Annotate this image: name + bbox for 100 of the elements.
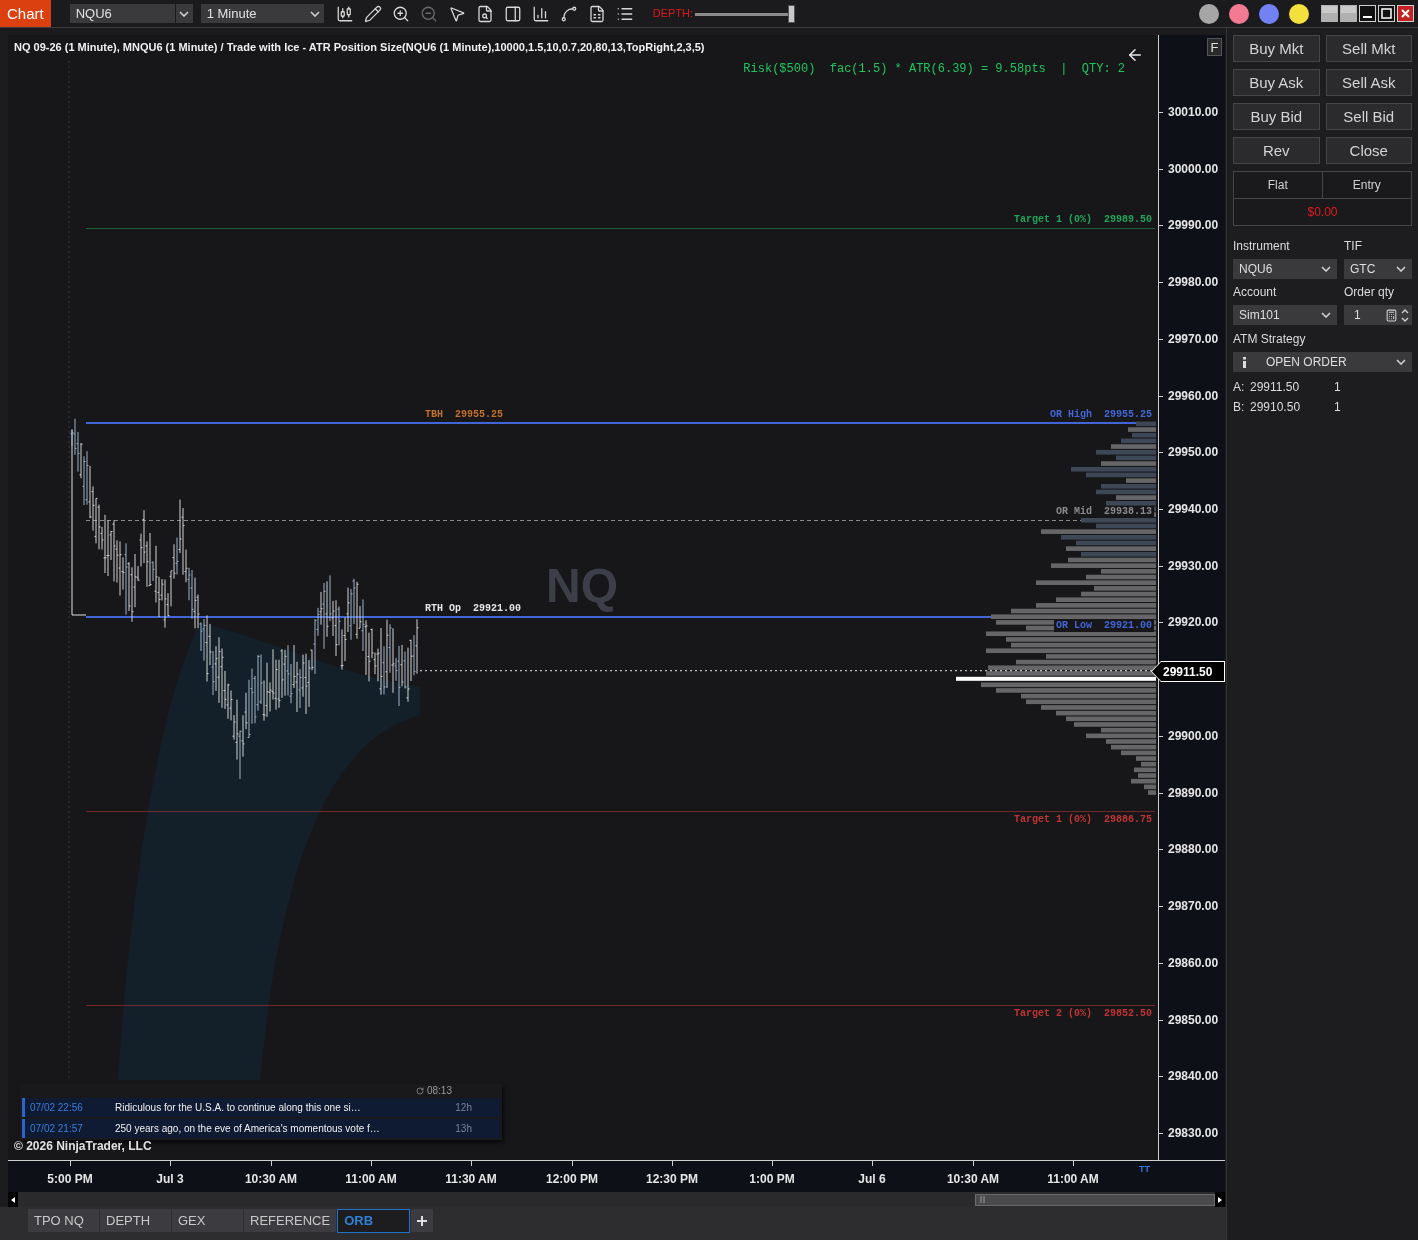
order-button[interactable]: Buy Ask <box>1233 69 1320 96</box>
panel-icon[interactable] <box>503 4 522 23</box>
swatch-icon[interactable] <box>1289 3 1309 24</box>
grip-icon <box>980 1196 985 1203</box>
time-label: 12:30 PM <box>646 1172 698 1186</box>
swatch-icon[interactable] <box>1229 3 1249 24</box>
chart-menu-button[interactable]: Chart <box>0 0 51 27</box>
select-field[interactable]: Sim101 <box>1233 305 1337 325</box>
price-label: 29920.00 <box>1168 615 1219 629</box>
news-time: 07/02 22:56 <box>30 1101 84 1115</box>
copyright-text: © 2026 NinjaTrader, LLC <box>14 1139 152 1153</box>
chevron-down-icon <box>1321 312 1331 318</box>
chevron-down-icon <box>309 10 320 17</box>
spline-icon[interactable] <box>559 4 578 23</box>
chevron-down-icon <box>1396 266 1406 272</box>
zoom-in-icon[interactable] <box>391 4 410 23</box>
sheet-tab[interactable]: ORB <box>337 1209 411 1233</box>
time-label: 10:30 AM <box>946 1172 1000 1186</box>
price-label: 29830.00 <box>1168 1126 1219 1140</box>
minimize-icon[interactable] <box>1359 5 1376 22</box>
field-label: ATM Strategy <box>1233 332 1307 346</box>
level-value: 29921.00 <box>1104 620 1154 632</box>
last-price-tag: 29911.50 <box>1151 661 1225 682</box>
quote-size: 1 <box>1334 380 1342 394</box>
slider-thumb[interactable] <box>788 4 796 23</box>
zoom-out-icon[interactable] <box>419 4 438 23</box>
depth-slider[interactable] <box>695 4 796 23</box>
price-label: 29890.00 <box>1168 786 1219 800</box>
instrument-dropdown[interactable]: NQU6 <box>69 4 193 23</box>
atm-strategy-select[interactable]: OPEN ORDER <box>1233 352 1412 372</box>
time-label: 1:00 PM <box>749 1172 795 1186</box>
news-clock: 08:13 <box>426 1086 452 1096</box>
close-icon[interactable] <box>1397 5 1414 22</box>
order-button[interactable]: Sell Ask <box>1325 69 1412 96</box>
quote-side: A: <box>1233 380 1246 394</box>
candlestick-icon[interactable] <box>335 4 354 23</box>
order-button[interactable]: Buy Bid <box>1233 103 1320 130</box>
time-label: 11:00 AM <box>345 1172 397 1186</box>
interval-dropdown[interactable]: 1 Minute <box>200 4 324 23</box>
order-button[interactable]: Sell Bid <box>1325 103 1412 130</box>
session-value: 29955.25 <box>455 409 504 421</box>
price-label: 30000.00 <box>1168 162 1219 176</box>
order-button[interactable]: Rev <box>1233 137 1320 164</box>
add-tab-button[interactable] <box>411 1209 434 1232</box>
news-row[interactable]: 07/02 21:57 250 years ago, on the eve of America's momentous vote f… 13h <box>22 1119 500 1138</box>
quantity-field[interactable]: 1 <box>1344 305 1412 325</box>
sheet-tab[interactable]: DEPTH <box>100 1209 171 1232</box>
session-label: RTH Op <box>425 603 462 615</box>
swatch-icon[interactable] <box>1259 3 1279 24</box>
spinner-arrows-icon[interactable] <box>1401 308 1409 322</box>
time-label: Jul 6 <box>858 1172 886 1186</box>
bar-chart-icon[interactable] <box>531 4 550 23</box>
news-headline: Ridiculous for the U.S.A. to continue along this one si… <box>115 1101 362 1115</box>
field-label: TIF <box>1344 239 1363 253</box>
sheet-tab[interactable]: TPO NQ <box>28 1209 99 1232</box>
time-label: 10:30 AM <box>244 1172 298 1186</box>
pencil-icon[interactable] <box>363 4 382 23</box>
price-label: 29970.00 <box>1168 332 1219 346</box>
chart-title: NQ 09-26 (1 Minute), MNQU6 (1 Minute) / Trade with Ice - ATR Position Size(NQU6 (1 Minute),10000,1.5,10,0.7,20,80,13,TopRight,2,3,5) <box>14 40 705 54</box>
news-age: 12h <box>455 1101 472 1115</box>
sheet-tab[interactable]: REFERENCE <box>244 1209 337 1232</box>
price-label: 29940.00 <box>1168 502 1219 516</box>
news-age: 13h <box>455 1122 472 1136</box>
scroll-right-button[interactable] <box>1215 1192 1225 1207</box>
info-icon <box>1243 356 1246 368</box>
scroll-left-button[interactable] <box>8 1192 18 1207</box>
price-label: 29870.00 <box>1168 899 1219 913</box>
news-time: 07/02 21:57 <box>30 1122 84 1136</box>
pnl-value: $0.00 <box>1307 204 1338 221</box>
price-label: 29930.00 <box>1168 559 1219 573</box>
axis-button[interactable]: F <box>1207 38 1222 56</box>
file-search-icon[interactable] <box>475 4 494 23</box>
spreadsheet-icon[interactable] <box>587 4 606 23</box>
entry-label: Entry <box>1351 177 1382 194</box>
calculator-icon[interactable] <box>1385 308 1398 322</box>
field-label: Instrument <box>1233 239 1291 253</box>
left-triangle-icon <box>11 1196 15 1203</box>
select-field[interactable]: NQU6 <box>1233 259 1337 279</box>
level-label: OR Mid <box>1053 506 1104 518</box>
maximize-icon[interactable] <box>1378 5 1395 22</box>
swatch-icon[interactable] <box>1199 3 1219 24</box>
price-label: 29860.00 <box>1168 956 1219 970</box>
price-label: 29840.00 <box>1168 1069 1219 1083</box>
order-button[interactable]: Close <box>1325 137 1412 164</box>
sheet-tab[interactable]: GEX <box>172 1209 243 1232</box>
price-label: 30010.00 <box>1168 105 1219 119</box>
depth-label: DEPTH: <box>652 6 694 22</box>
order-button[interactable]: Sell Mkt <box>1325 35 1412 62</box>
field-label: Order qty <box>1344 285 1395 299</box>
quote-size: 1 <box>1334 400 1342 414</box>
refresh-icon[interactable] <box>415 1087 424 1095</box>
pointer-icon[interactable] <box>447 4 466 23</box>
time-label: Jul 3 <box>156 1172 184 1186</box>
news-headline: 250 years ago, on the eve of America's momentous vote f… <box>115 1122 381 1136</box>
plus-icon <box>417 1215 428 1226</box>
field-label: Account <box>1233 285 1278 299</box>
scrollbar-thumb[interactable] <box>975 1193 1215 1206</box>
order-button[interactable]: Buy Mkt <box>1233 35 1320 62</box>
news-row[interactable]: 07/02 22:56 Ridiculous for the U.S.A. to continue along this one si… 12h <box>22 1098 500 1117</box>
select-field[interactable]: GTC <box>1344 259 1412 279</box>
